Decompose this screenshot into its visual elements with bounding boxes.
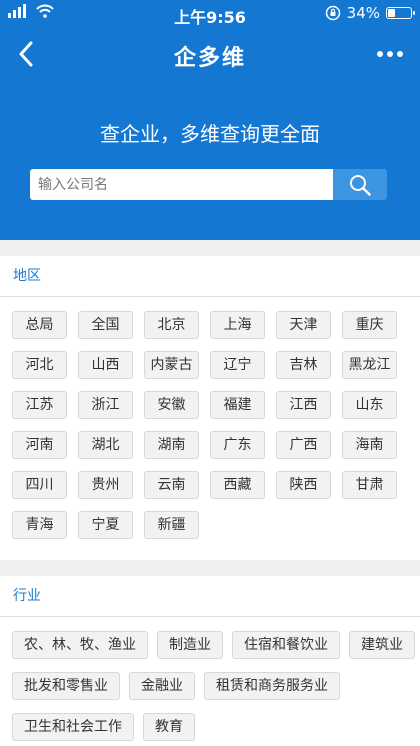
region-tag[interactable]: 安徽 xyxy=(144,391,199,419)
region-tag[interactable]: 广东 xyxy=(210,431,265,459)
region-tag[interactable]: 西藏 xyxy=(210,471,265,499)
region-tag[interactable]: 福建 xyxy=(210,391,265,419)
region-tag[interactable]: 辽宁 xyxy=(210,351,265,379)
region-tag[interactable]: 四川 xyxy=(12,471,67,499)
region-tag[interactable]: 天津 xyxy=(276,311,331,339)
more-icon xyxy=(387,51,393,57)
region-tag[interactable]: 甘肃 xyxy=(342,471,397,499)
region-tag[interactable]: 云南 xyxy=(144,471,199,499)
region-tag[interactable]: 吉林 xyxy=(276,351,331,379)
region-tag[interactable]: 河北 xyxy=(12,351,67,379)
region-tag[interactable]: 内蒙古 xyxy=(144,351,199,379)
region-tag[interactable]: 贵州 xyxy=(78,471,133,499)
slogan: 查企业，多维查询更全面 xyxy=(100,122,320,146)
region-tag[interactable]: 北京 xyxy=(144,311,199,339)
region-tag[interactable]: 全国 xyxy=(78,311,133,339)
region-tag[interactable]: 海南 xyxy=(342,431,397,459)
region-tag[interactable]: 山西 xyxy=(78,351,133,379)
status-bar: 上午9:56 34% xyxy=(0,0,420,28)
region-tag[interactable]: 重庆 xyxy=(342,311,397,339)
region-tag[interactable]: 黑龙江 xyxy=(342,351,397,379)
region-tag[interactable]: 山东 xyxy=(342,391,397,419)
industry-tag[interactable]: 批发和零售业 xyxy=(12,672,120,700)
more-icon xyxy=(397,51,403,57)
status-right: 34% xyxy=(325,4,415,22)
industry-tag[interactable]: 金融业 xyxy=(129,672,195,700)
region-tag[interactable]: 总局 xyxy=(12,311,67,339)
industry-tag[interactable]: 住宿和餐饮业 xyxy=(232,631,340,659)
region-tag[interactable]: 宁夏 xyxy=(78,511,133,539)
region-tag[interactable]: 广西 xyxy=(276,431,331,459)
industry-tag[interactable]: 制造业 xyxy=(157,631,223,659)
more-button[interactable] xyxy=(368,38,412,70)
region-tag[interactable]: 江苏 xyxy=(12,391,67,419)
region-tag[interactable]: 河南 xyxy=(12,431,67,459)
region-panel: 地区 总局 全国 北京 上海 天津 重庆河北 山西 内蒙古 辽宁 吉林 黑龙江江苏 浙江 安徽 福建 江西山… xyxy=(0,256,420,560)
region-tag[interactable]: 江西 xyxy=(276,391,331,419)
industry-tag[interactable]: 教育 xyxy=(143,713,195,741)
industry-tag[interactable]: 建筑业 xyxy=(349,631,415,659)
search-input[interactable] xyxy=(30,169,333,200)
battery-percent: 34% xyxy=(346,4,380,22)
more-icon xyxy=(377,51,383,57)
region-tag[interactable]: 上海 xyxy=(210,311,265,339)
battery-level xyxy=(388,9,396,17)
search-button[interactable] xyxy=(333,169,387,200)
battery-icon xyxy=(386,7,415,19)
region-tag[interactable]: 陕西 xyxy=(276,471,331,499)
industry-tag[interactable]: 租赁和商务服务业 xyxy=(204,672,340,700)
region-tag[interactable]: 新疆 xyxy=(144,511,199,539)
industry-title: 行业 xyxy=(0,576,420,617)
industry-tag[interactable]: 农、林、牧、渔业 xyxy=(12,631,148,659)
region-tag[interactable]: 浙江 xyxy=(78,391,133,419)
industry-tag[interactable]: 卫生和社会工作 xyxy=(12,713,134,741)
search-icon xyxy=(350,174,371,196)
region-tag[interactable]: 青海 xyxy=(12,511,67,539)
header: 上午9:56 34% 企多维 查企业，多维查询更全面 xyxy=(0,0,420,240)
industry-tags: 农、林、牧、渔业 制造业 住宿和餐饮业 建筑业批发和零售业 金融业 租赁和商务服务业卫生和… xyxy=(0,617,420,741)
region-tag[interactable]: 湖南 xyxy=(144,431,199,459)
nav-bar: 企多维 xyxy=(0,30,420,78)
region-title: 地区 xyxy=(0,256,420,297)
region-tag[interactable]: 湖北 xyxy=(78,431,133,459)
rotation-lock-icon xyxy=(325,5,340,21)
page-title: 企多维 xyxy=(173,46,246,71)
industry-panel: 行业 农、林、牧、渔业 制造业 住宿和餐饮业 建筑业批发和零售业 金融业 租赁和商务服务业… xyxy=(0,576,420,746)
search-box xyxy=(30,169,387,200)
region-tags: 总局 全国 北京 上海 天津 重庆河北 山西 内蒙古 辽宁 吉林 黑龙江江苏 浙江 安徽 福建 江西 山东河南… xyxy=(0,297,420,539)
